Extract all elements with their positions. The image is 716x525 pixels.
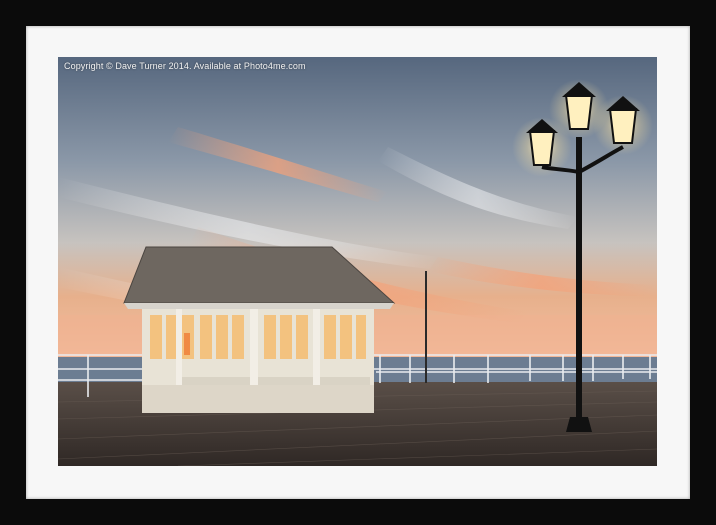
picture-frame: Copyright © Dave Turner 2014. Available …	[0, 0, 716, 525]
framed-photo: Copyright © Dave Turner 2014. Available …	[58, 57, 657, 466]
copyright-text: Copyright © Dave Turner 2014. Available …	[64, 61, 306, 71]
pier-shelter	[123, 246, 396, 413]
photo-scene	[58, 57, 657, 466]
